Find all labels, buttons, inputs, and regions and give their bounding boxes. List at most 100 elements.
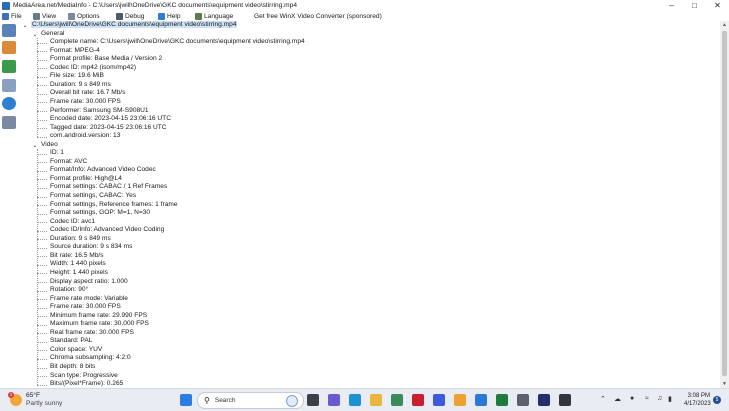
info-field-row[interactable]: Width: 1 440 pixels xyxy=(50,260,106,269)
menu-sponsored-link[interactable]: Get free WinX Video Converter (sponsored… xyxy=(254,11,382,21)
info-field-row[interactable]: Standard: PAL xyxy=(50,337,92,346)
close-button[interactable]: ✕ xyxy=(706,0,729,11)
media-app-icon[interactable] xyxy=(538,394,550,406)
info-field-row[interactable]: Rotation: 90° xyxy=(50,286,88,295)
open-file-icon[interactable] xyxy=(2,24,16,37)
info-field-row[interactable]: Complete name: C:\Users\jwill\OneDrive\G… xyxy=(50,38,305,47)
battery-icon[interactable]: ▮ xyxy=(668,395,672,403)
info-field-row[interactable]: Codec ID/Info: Advanced Video Coding xyxy=(50,226,164,235)
menu-help[interactable]: Help xyxy=(158,11,181,21)
task-view-icon[interactable] xyxy=(307,394,319,406)
ds-app-icon[interactable] xyxy=(433,394,445,406)
store-icon[interactable] xyxy=(391,394,403,406)
info-field-row[interactable]: Frame rate mode: Variable xyxy=(50,295,128,304)
info-field-row[interactable]: Codec ID: mp42 (isom/mp42) xyxy=(50,64,136,73)
tree-guide-tick xyxy=(37,299,47,301)
mcafee-icon[interactable] xyxy=(412,394,424,406)
excel-icon[interactable] xyxy=(496,394,508,406)
info-field-row[interactable]: Format settings, GOP: M=1, N=30 xyxy=(50,209,150,218)
menu-options[interactable]: Options xyxy=(68,11,100,21)
menu-debug[interactable]: Debug xyxy=(116,11,144,21)
info-field-row[interactable]: Chroma subsampling: 4:2:0 xyxy=(50,354,131,363)
info-field-row[interactable]: Bit rate: 16.5 Mb/s xyxy=(50,252,104,261)
preferences-icon[interactable] xyxy=(2,116,16,129)
menu-file[interactable]: File xyxy=(2,11,22,21)
taskbar-search[interactable]: ⚲ Search xyxy=(197,392,304,409)
chevron-up-icon[interactable]: ⌃ xyxy=(600,395,606,403)
section-general-row[interactable]: General xyxy=(41,30,64,39)
clock[interactable]: 3:08 PM 4/17/2023 xyxy=(684,392,711,408)
info-field-row[interactable]: Encoded date: 2023-04-15 23:06:16 UTC xyxy=(50,115,171,124)
tree-root-row[interactable]: C:\Users\jwill\OneDrive\GKC documents\eq… xyxy=(31,21,238,30)
tree-guide-tick xyxy=(37,170,47,172)
info-field-row[interactable]: Duration: 9 s 849 ms xyxy=(50,81,111,90)
info-field-row[interactable]: Real frame rate: 30.000 FPS xyxy=(50,329,134,338)
info-field-row[interactable]: Color space: YUV xyxy=(50,346,102,355)
minimize-button[interactable]: – xyxy=(660,0,683,11)
scroll-thumb[interactable] xyxy=(722,31,727,376)
vertical-scrollbar[interactable]: ▲ ▼ xyxy=(720,21,729,388)
mediainfo-icon[interactable] xyxy=(559,394,571,406)
info-field: Color space: YUV xyxy=(50,345,103,353)
info-field-row[interactable]: Tagged date: 2023-04-15 23:06:16 UTC xyxy=(50,124,167,133)
info-field-row[interactable]: Format settings, Reference frames: 1 fra… xyxy=(50,201,178,210)
weather-widget[interactable]: 1 65°F Partly sunny xyxy=(8,391,62,407)
collapse-chevron-icon[interactable]: ⌄ xyxy=(32,142,38,149)
sheet-icon[interactable] xyxy=(2,79,16,92)
menu-label: Language xyxy=(204,12,234,20)
file-explorer-icon[interactable] xyxy=(370,394,382,406)
info-field-row[interactable]: Format settings: CABAC / 1 Ref Frames xyxy=(50,183,167,192)
info-field-row[interactable]: Source duration: 9 s 834 ms xyxy=(50,243,132,252)
scroll-down-arrow-icon[interactable]: ▼ xyxy=(720,380,729,388)
info-field-row[interactable]: Format profile: Base Media / Version 2 xyxy=(50,55,162,64)
scroll-up-arrow-icon[interactable]: ▲ xyxy=(720,21,729,29)
edit-app-icon[interactable] xyxy=(454,394,466,406)
tree-guide-tick xyxy=(37,350,47,352)
wifi-icon[interactable]: ≈ xyxy=(645,395,649,402)
windows-start-icon[interactable] xyxy=(180,394,192,406)
section-video-row[interactable]: Video xyxy=(41,141,58,150)
menu-label: Debug xyxy=(125,12,145,20)
info-field-row[interactable]: File size: 19.6 MiB xyxy=(50,72,104,81)
info-field-row[interactable]: Format settings, CABAC: Yes xyxy=(50,192,136,201)
maximize-button[interactable]: □ xyxy=(683,0,706,11)
microphone-icon[interactable]: ● xyxy=(630,395,634,402)
tree-guide-tick xyxy=(37,68,47,70)
info-field-row[interactable]: Height: 1 440 pixels xyxy=(50,269,108,278)
info-field-row[interactable]: Codec ID: avc1 xyxy=(50,218,95,227)
cloud-icon[interactable]: ☁ xyxy=(614,395,621,403)
notification-badge[interactable]: 5 xyxy=(713,396,721,404)
info-field-row[interactable]: Format/Info: Advanced Video Codec xyxy=(50,166,156,175)
weather-temperature: 65°F xyxy=(26,392,40,399)
open-folder-icon[interactable] xyxy=(2,41,16,54)
menu-language[interactable]: Language xyxy=(195,11,233,21)
menu-view[interactable]: View xyxy=(33,11,56,21)
mail-icon[interactable] xyxy=(475,394,487,406)
info-field-row[interactable]: com.android.version: 13 xyxy=(50,132,120,141)
volume-icon[interactable]: ♫ xyxy=(657,395,662,402)
info-field-row[interactable]: Format: AVC xyxy=(50,158,87,167)
info-field-row[interactable]: Display aspect ratio: 1.000 xyxy=(50,278,128,287)
info-field-row[interactable]: Minimum frame rate: 29.990 FPS xyxy=(50,312,147,321)
info-field-row[interactable]: Frame rate: 30.000 FPS xyxy=(50,303,121,312)
info-tree[interactable]: ⌄ C:\Users\jwill\OneDrive\GKC documents\e… xyxy=(20,21,720,388)
info-field-row[interactable]: Duration: 9 s 849 ms xyxy=(50,235,111,244)
info-field: Maximum frame rate: 30.000 FPS xyxy=(50,320,149,328)
info-field-row[interactable]: Performer: Samsung SM-S908U1 xyxy=(50,107,149,116)
info-icon[interactable] xyxy=(2,97,16,110)
collapse-chevron-icon[interactable]: ⌄ xyxy=(22,22,28,29)
info-field-row[interactable]: Overall bit rate: 16.7 Mb/s xyxy=(50,89,126,98)
settings-icon[interactable] xyxy=(517,394,529,406)
info-field-row[interactable]: ID: 1 xyxy=(50,149,64,158)
info-field-row[interactable]: Format profile: High@L4 xyxy=(50,175,122,184)
info-field-row[interactable]: Maximum frame rate: 30.000 FPS xyxy=(50,320,149,329)
info-field-row[interactable]: Bits/(Pixel*Frame): 0.265 xyxy=(50,380,123,388)
info-field-row[interactable]: Scan type: Progressive xyxy=(50,372,118,381)
info-field-row[interactable]: Format: MPEG-4 xyxy=(50,47,100,56)
info-field-row[interactable]: Bit depth: 8 bits xyxy=(50,363,95,372)
info-field-row[interactable]: Frame rate: 30.000 FPS xyxy=(50,98,121,107)
collapse-chevron-icon[interactable]: ⌄ xyxy=(32,31,38,38)
edge-icon[interactable] xyxy=(349,394,361,406)
export-icon[interactable] xyxy=(2,60,16,73)
chat-icon[interactable] xyxy=(328,394,340,406)
